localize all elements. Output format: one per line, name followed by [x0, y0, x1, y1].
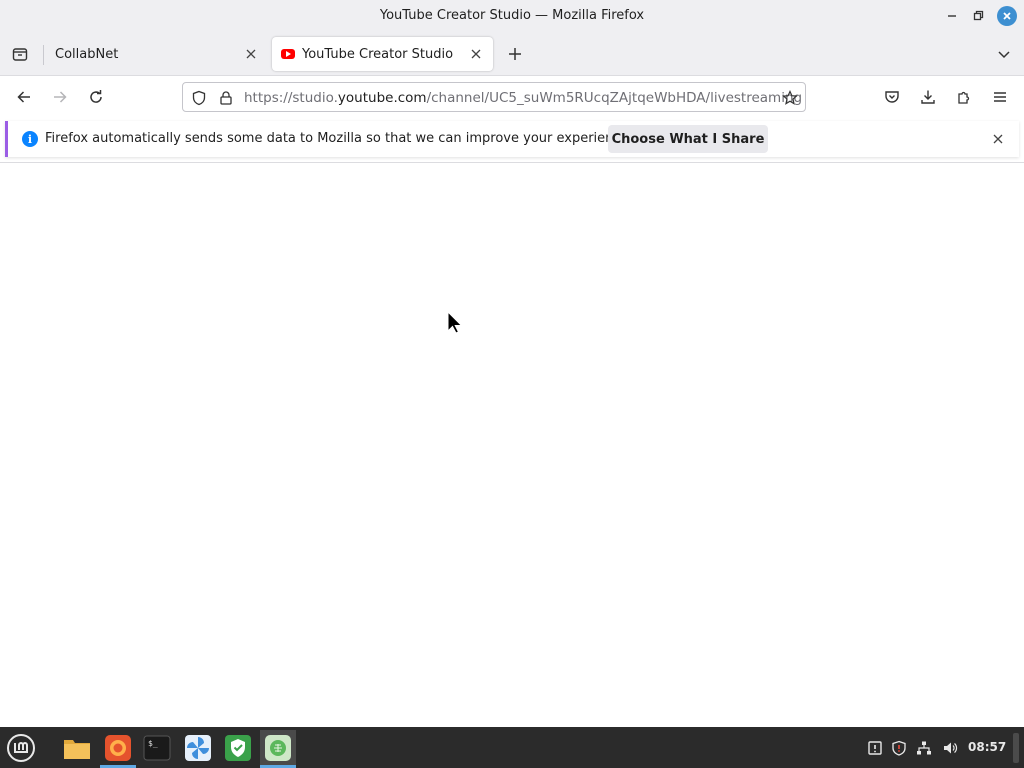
files-icon	[64, 740, 90, 759]
tab-collabnet[interactable]: CollabNet	[44, 37, 268, 71]
taskbar-terminal[interactable]: $_	[139, 730, 175, 766]
menu-icon	[7, 734, 35, 762]
firefox-icon	[105, 735, 131, 761]
site-security-icon[interactable]	[217, 89, 235, 107]
page-content[interactable]	[0, 163, 1024, 727]
tab-label: CollabNet	[55, 46, 119, 62]
arrow-right-icon	[54, 91, 67, 103]
minimize-button[interactable]	[942, 6, 962, 26]
tray-network-icon[interactable]	[915, 739, 933, 757]
bookmark-button[interactable]	[781, 89, 799, 107]
taskbar: $_ 08:57	[0, 727, 1024, 768]
notification-message: Firefox automatically sends some data to…	[45, 131, 633, 146]
puzzle-icon	[958, 91, 970, 104]
show-desktop-button[interactable]	[1013, 733, 1019, 763]
pinwheel-app-icon	[185, 735, 211, 761]
shield-icon	[192, 90, 206, 106]
taskbar-files[interactable]	[59, 730, 95, 766]
chevron-down-icon	[998, 51, 1010, 59]
taskbar-firefox[interactable]	[100, 730, 136, 768]
list-all-tabs-button[interactable]	[994, 44, 1014, 64]
youtube-favicon-icon	[281, 49, 295, 59]
restore-icon	[973, 10, 984, 21]
close-icon	[246, 49, 256, 59]
taskbar-shield-app[interactable]	[220, 730, 256, 766]
terminal-icon: $_	[143, 735, 171, 761]
tray-update-shield-icon[interactable]	[890, 739, 908, 757]
tab-label: YouTube Creator Studio	[302, 46, 454, 62]
lock-icon	[220, 91, 232, 105]
pocket-button[interactable]	[881, 86, 903, 108]
pocket-icon	[885, 91, 899, 103]
taskbar-pinwheel-app[interactable]	[180, 730, 216, 766]
url-text: https://studio.youtube.com/channel/UC5_s…	[244, 90, 802, 106]
reload-button[interactable]	[85, 86, 107, 108]
close-icon	[1003, 12, 1011, 20]
close-icon	[993, 134, 1003, 144]
tab-youtube-creator-studio[interactable]: YouTube Creator Studio	[272, 37, 493, 71]
tray-notifications-icon[interactable]	[866, 739, 884, 757]
tracking-protection-icon[interactable]	[190, 89, 208, 107]
taskbar-grid-app[interactable]	[260, 730, 296, 768]
forward-button[interactable]	[49, 86, 71, 108]
reload-icon	[90, 90, 102, 103]
url-path: /channel/UC5_suWm5RUcqZAjtqeWbHDA/livest…	[426, 90, 803, 106]
taskbar-clock[interactable]: 08:57	[968, 740, 1006, 754]
tray-volume-icon[interactable]	[941, 739, 959, 757]
window-title: YouTube Creator Studio — Mozilla Firefox	[379, 8, 645, 23]
navigation-toolbar: https://studio.youtube.com/channel/UC5_s…	[0, 75, 1024, 117]
choose-what-i-share-button[interactable]: Choose What I Share	[608, 125, 768, 153]
url-host: youtube.com	[337, 90, 427, 106]
close-icon	[471, 49, 481, 59]
back-button[interactable]	[13, 86, 35, 108]
hamburger-menu-icon	[994, 92, 1006, 102]
firefox-view-icon	[12, 48, 28, 61]
mouse-cursor-icon	[447, 310, 465, 339]
extensions-button[interactable]	[953, 86, 975, 108]
app-menu-button[interactable]	[989, 86, 1011, 108]
downloads-button[interactable]	[917, 86, 939, 108]
minimize-icon	[948, 15, 956, 17]
arrow-left-icon	[17, 91, 30, 103]
info-icon: i	[22, 131, 38, 147]
star-icon	[782, 90, 798, 105]
notification-close-button[interactable]	[990, 131, 1006, 147]
tab-strip: CollabNet YouTube Creator Studio	[0, 33, 1024, 75]
window-titlebar: YouTube Creator Studio — Mozilla Firefox	[0, 0, 1024, 33]
new-tab-button[interactable]	[505, 44, 525, 64]
download-icon	[921, 90, 935, 104]
firefox-view-button[interactable]	[9, 43, 31, 65]
grid-app-icon	[265, 735, 291, 761]
url-bar[interactable]: https://studio.youtube.com/channel/UC5_s…	[182, 82, 806, 112]
close-window-button[interactable]	[997, 6, 1017, 26]
start-menu-button[interactable]	[3, 730, 39, 766]
data-collection-notification: i Firefox automatically sends some data …	[5, 121, 1019, 157]
svg-text:$_: $_	[148, 739, 158, 748]
plus-icon	[509, 48, 521, 60]
url-prefix: https://studio.	[244, 90, 338, 106]
tab-close-button[interactable]	[243, 46, 259, 62]
maximize-button[interactable]	[968, 6, 988, 26]
tab-close-button[interactable]	[468, 46, 484, 62]
shield-app-icon	[225, 735, 251, 761]
